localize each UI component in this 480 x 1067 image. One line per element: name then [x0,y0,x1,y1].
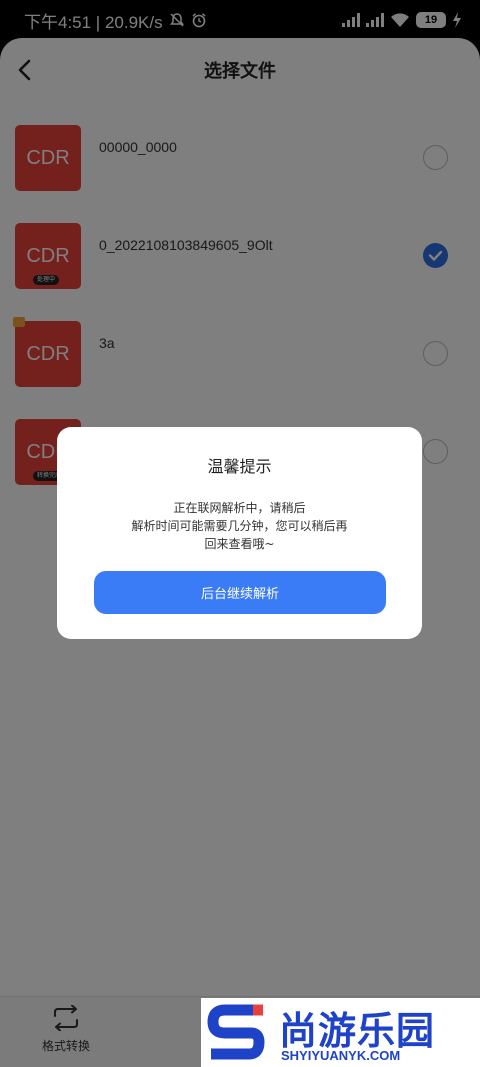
watermark-s-logo-icon [207,1004,265,1060]
dialog-title: 温馨提示 [207,457,272,476]
watermark-logo-text: 尚游乐园 [279,1009,436,1053]
dialog-message: 正在联网解析中，请稍后 解析时间可能需要几分钟，您可以稍后再 回来查看哦~ [131,501,348,551]
watermark-url: SHYIYUANYK.COM [281,1048,401,1063]
continue-in-background-button[interactable]: 后台继续解析 [94,571,386,614]
watermark: 尚游乐园 SHYIYUANYK.COM [201,998,480,1067]
tip-dialog: 温馨提示 正在联网解析中，请稍后 解析时间可能需要几分钟，您可以稍后再 回来查看… [57,427,422,639]
